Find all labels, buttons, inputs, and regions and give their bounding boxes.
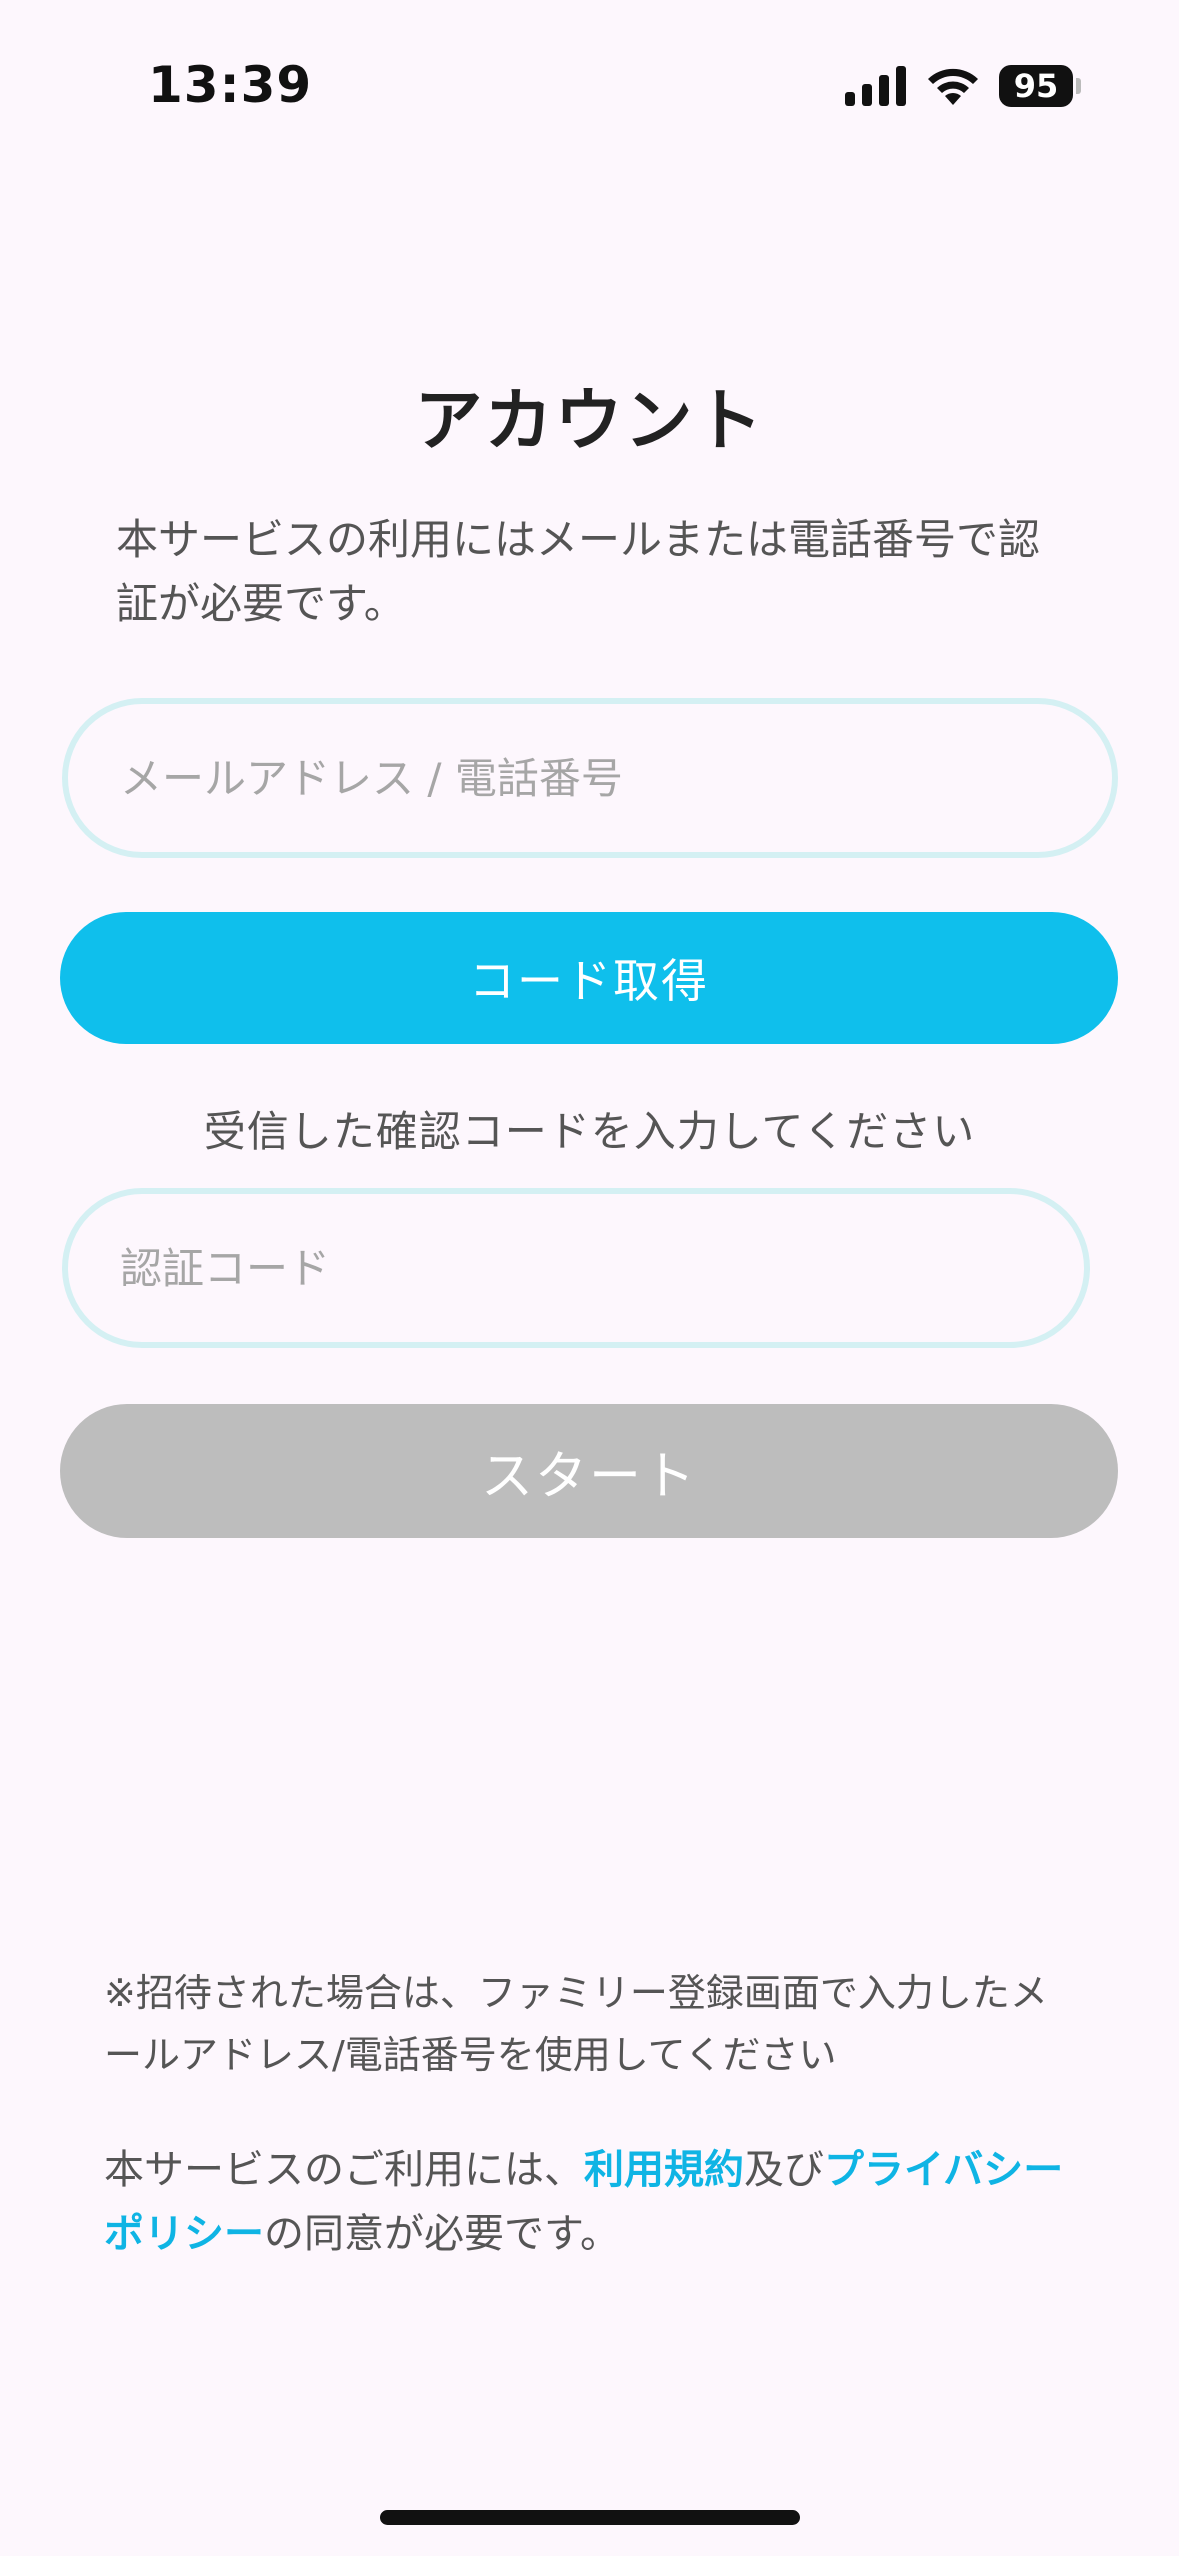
wifi-icon — [928, 68, 978, 105]
battery-icon: 95 — [999, 65, 1081, 107]
status-icons: 95 — [845, 60, 1081, 112]
invite-note: ※招待された場合は、ファミリー登録画面で入力したメールアドレス/電話番号を使用し… — [104, 1971, 1048, 2077]
verification-code-field[interactable] — [62, 1188, 1090, 1348]
terms-of-service-link[interactable]: 利用規約 — [584, 2147, 744, 2193]
verification-code-input[interactable] — [68, 1194, 1084, 1342]
consent-suffix: の同意が必要です。 — [264, 2211, 620, 2257]
signal-icon — [845, 66, 906, 106]
code-instruction: 受信した確認コードを入力してください — [203, 1107, 976, 1156]
consent-prefix: 本サービスのご利用には、 — [104, 2147, 584, 2193]
start-button[interactable]: スタート — [60, 1404, 1118, 1538]
page-title: アカウント — [414, 382, 765, 461]
email-phone-field[interactable] — [62, 698, 1118, 858]
status-bar: 13:39 95 — [0, 0, 1179, 160]
get-code-button[interactable]: コード取得 — [60, 912, 1118, 1044]
battery-level: 95 — [999, 65, 1073, 107]
intro-text: 本サービスの利用にはメールまたは電話番号で認証が必要です。 — [116, 515, 1041, 628]
status-time: 13:39 — [148, 56, 313, 114]
consent-note: 本サービスのご利用には、利用規約及びプライバシーポリシーの同意が必要です。 — [104, 2138, 1084, 2266]
battery-cap — [1076, 78, 1081, 94]
email-phone-input[interactable] — [68, 704, 1112, 852]
home-indicator[interactable] — [380, 2510, 800, 2525]
consent-connector: 及び — [744, 2147, 824, 2193]
